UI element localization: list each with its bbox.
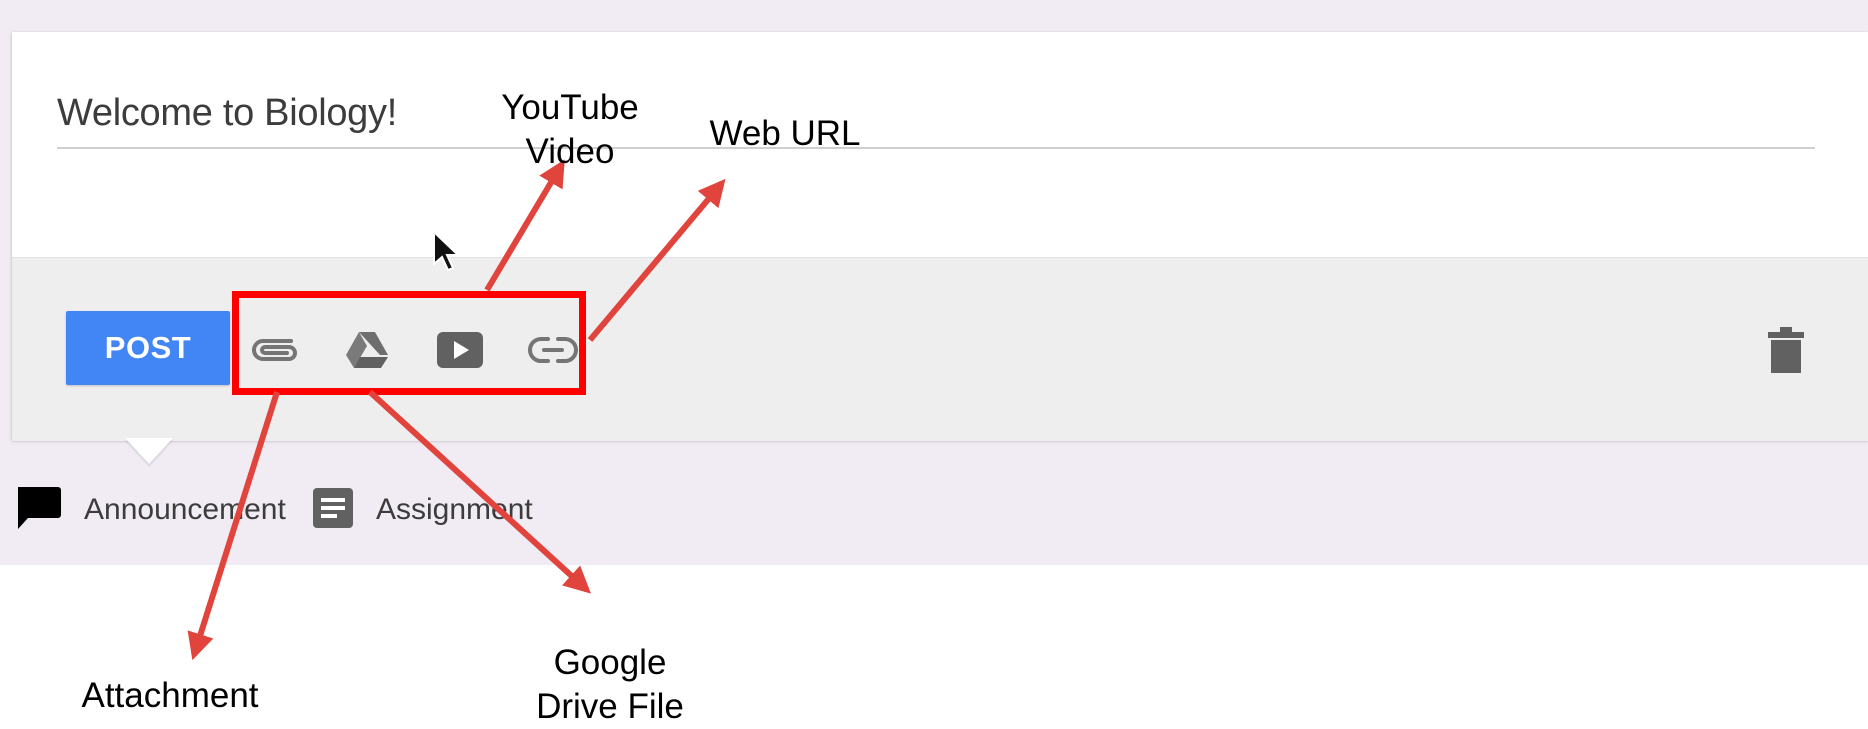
tab-assignment[interactable]: Assignment <box>312 480 533 540</box>
tab-assignment-label: Assignment <box>376 493 533 526</box>
youtube-callout-line2: Video <box>525 132 615 171</box>
toolbar-highlight-box <box>232 291 586 395</box>
title-input-underline <box>57 147 1815 149</box>
attachment-callout: Attachment <box>81 676 259 715</box>
mouse-cursor-icon <box>432 229 461 274</box>
drive-callout: Google Drive File <box>505 641 715 729</box>
youtube-callout-line1: YouTube <box>501 88 639 127</box>
web-url-callout: Web URL <box>709 114 861 153</box>
drive-callout-line2: Drive File <box>536 687 684 726</box>
composer-pointer-notch <box>125 438 173 464</box>
post-button[interactable]: POST <box>66 311 230 385</box>
drive-callout-line1: Google <box>553 643 667 682</box>
youtube-callout: YouTube Video <box>470 86 670 174</box>
trash-icon[interactable] <box>1766 326 1806 374</box>
tab-announcement-label: Announcement <box>84 493 286 526</box>
announcement-title-input[interactable]: Welcome to Biology! <box>57 92 397 135</box>
announcement-icon <box>14 485 62 536</box>
tab-announcement[interactable]: Announcement <box>14 480 286 540</box>
assignment-icon <box>312 487 354 534</box>
